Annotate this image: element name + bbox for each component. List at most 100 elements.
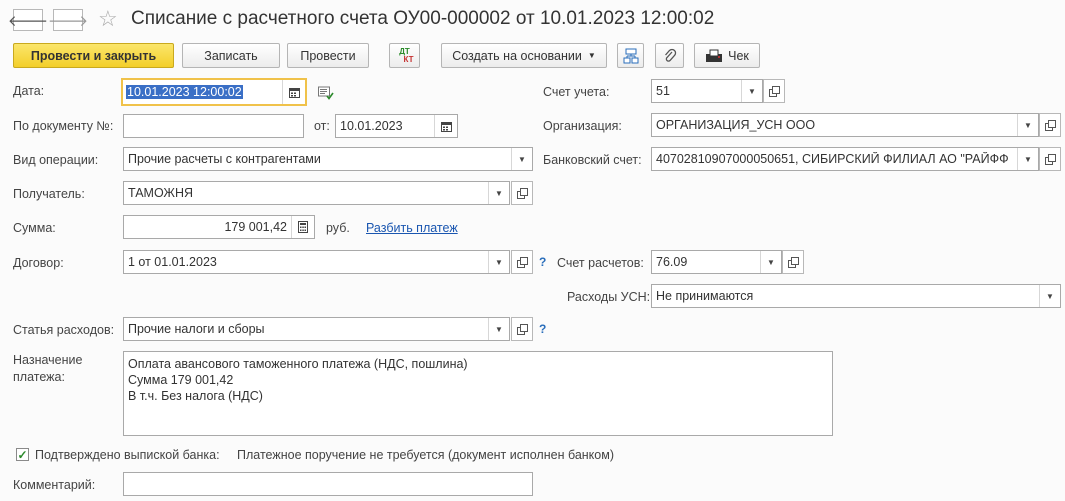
confirmed-checkbox[interactable]: ✓ [16, 447, 29, 462]
structure-button[interactable] [617, 43, 644, 68]
account-field[interactable]: 51 ▼ [651, 79, 763, 103]
usn-expenses-value: Не принимаются [656, 289, 754, 303]
open-form-icon [1044, 153, 1056, 165]
write-button[interactable]: Записать [182, 43, 280, 68]
open-form-icon [516, 256, 528, 268]
window-title: Списание с расчетного счета ОУ00-000002 … [131, 8, 715, 29]
calculator-icon[interactable] [291, 216, 314, 238]
chevron-down-icon: ▼ [587, 51, 596, 60]
bank-account-field[interactable]: 40702810907000050651, СИБИРСКИЙ ФИЛИАЛ А… [651, 147, 1039, 171]
doc-no-label: По документу №: [13, 119, 114, 133]
attach-button[interactable] [655, 43, 684, 68]
confirmed-note: Платежное поручение не требуется (докуме… [237, 448, 614, 462]
calendar-icon[interactable] [434, 115, 457, 137]
chevron-down-icon[interactable]: ▼ [1039, 285, 1060, 307]
paperclip-icon [664, 48, 676, 62]
recipient-value: ТАМОЖНЯ [128, 186, 194, 200]
organization-field[interactable]: ОРГАНИЗАЦИЯ_УСН ООО ▼ [651, 113, 1039, 137]
chevron-down-icon[interactable]: ▼ [488, 182, 509, 204]
from-date-field[interactable]: 10.01.2023 [335, 114, 458, 138]
purpose-line: В т.ч. Без налога (НДС) [128, 389, 263, 403]
title-bar: 🡐 🡒 ☆ Списание с расчетного счета ОУ00-0… [0, 0, 1065, 40]
chevron-down-icon[interactable]: ▼ [1017, 114, 1038, 136]
back-button[interactable]: 🡐 [8, 9, 48, 31]
date-field[interactable]: 10.01.2023 12:00:02 [121, 78, 307, 106]
recipient-label: Получатель: [13, 187, 85, 201]
account-open-button[interactable] [763, 79, 785, 103]
kt-icon: КТ [403, 54, 414, 64]
structure-icon [623, 48, 638, 63]
post-button[interactable]: Провести [287, 43, 369, 68]
account-value: 51 [656, 84, 670, 98]
purpose-label-2: платежа: [13, 370, 65, 384]
account-label: Счет учета: [543, 85, 610, 99]
from-date-value: 10.01.2023 [340, 119, 403, 133]
purpose-textarea[interactable]: Оплата авансового таможенного платежа (Н… [123, 351, 833, 436]
dt-kt-button[interactable]: ДТ КТ [389, 43, 420, 68]
comment-field[interactable] [123, 472, 533, 496]
checkmark-icon: ✓ [17, 447, 28, 462]
confirmed-label: Подтверждено выпиской банка: [35, 448, 220, 462]
check-button[interactable]: Чек [694, 43, 760, 68]
expense-item-label: Статья расходов: [13, 323, 115, 337]
usn-expenses-label: Расходы УСН: [567, 290, 651, 304]
bank-account-value: 40702810907000050651, СИБИРСКИЙ ФИЛИАЛ А… [656, 152, 1009, 166]
doc-no-field[interactable] [123, 114, 304, 138]
operation-select[interactable]: Прочие расчеты с контрагентами ▼ [123, 147, 533, 171]
help-icon[interactable]: ? [539, 255, 546, 269]
chevron-down-icon[interactable]: ▼ [760, 251, 781, 273]
recipient-field[interactable]: ТАМОЖНЯ ▼ [123, 181, 510, 205]
chevron-down-icon[interactable]: ▼ [741, 80, 762, 102]
contract-value: 1 от 01.01.2023 [128, 255, 217, 269]
help-icon[interactable]: ? [539, 322, 546, 336]
currency-label: руб. [326, 221, 350, 235]
bank-account-label: Банковский счет: [543, 153, 642, 167]
settlement-account-field[interactable]: 76.09 ▼ [651, 250, 782, 274]
from-label: от: [314, 119, 330, 133]
split-payment-link[interactable]: Разбить платеж [366, 221, 458, 235]
expense-item-value: Прочие налоги и сборы [128, 322, 265, 336]
operation-value: Прочие расчеты с контрагентами [128, 152, 321, 166]
forward-button[interactable]: 🡒 [48, 9, 88, 31]
calendar-icon[interactable] [282, 80, 305, 104]
create-based-on-button[interactable]: Создать на основании ▼ [441, 43, 607, 68]
contract-open-button[interactable] [511, 250, 533, 274]
post-and-close-button[interactable]: Провести и закрыть [13, 43, 174, 68]
chevron-down-icon[interactable]: ▼ [1017, 148, 1038, 170]
recipient-open-button[interactable] [511, 181, 533, 205]
comment-label: Комментарий: [13, 478, 96, 492]
expense-item-field[interactable]: Прочие налоги и сборы ▼ [123, 317, 510, 341]
open-form-icon [768, 85, 780, 97]
amount-value: 179 001,42 [224, 220, 287, 234]
expense-item-open-button[interactable] [511, 317, 533, 341]
receipt-printer-icon [706, 49, 723, 62]
organization-label: Организация: [543, 119, 622, 133]
chevron-down-icon[interactable]: ▼ [511, 148, 532, 170]
purpose-line: Сумма 179 001,42 [128, 373, 234, 387]
usn-expenses-select[interactable]: Не принимаются ▼ [651, 284, 1061, 308]
chevron-down-icon[interactable]: ▼ [488, 251, 509, 273]
contract-field[interactable]: 1 от 01.01.2023 ▼ [123, 250, 510, 274]
settlement-account-label: Счет расчетов: [557, 256, 644, 270]
star-icon[interactable]: ☆ [98, 6, 118, 32]
settlement-account-open-button[interactable] [782, 250, 804, 274]
check-label: Чек [728, 48, 749, 63]
contract-label: Договор: [13, 256, 64, 270]
open-form-icon [1044, 119, 1056, 131]
date-label: Дата: [13, 84, 45, 98]
arrow-right-icon: 🡒 [47, 12, 89, 30]
organization-value: ОРГАНИЗАЦИЯ_УСН ООО [656, 118, 816, 132]
open-form-icon [787, 256, 799, 268]
organization-open-button[interactable] [1039, 113, 1061, 137]
date-value: 10.01.2023 12:00:02 [126, 85, 243, 99]
arrow-left-icon: 🡐 [7, 12, 49, 30]
amount-field[interactable]: 179 001,42 [123, 215, 315, 239]
chevron-down-icon[interactable]: ▼ [488, 318, 509, 340]
create-based-on-label: Создать на основании [452, 48, 582, 63]
purpose-label-1: Назначение [13, 353, 83, 367]
amount-label: Сумма: [13, 221, 56, 235]
bank-account-open-button[interactable] [1039, 147, 1061, 171]
open-form-icon [516, 187, 528, 199]
settlement-account-value: 76.09 [656, 255, 688, 269]
list-check-icon[interactable] [318, 86, 334, 100]
